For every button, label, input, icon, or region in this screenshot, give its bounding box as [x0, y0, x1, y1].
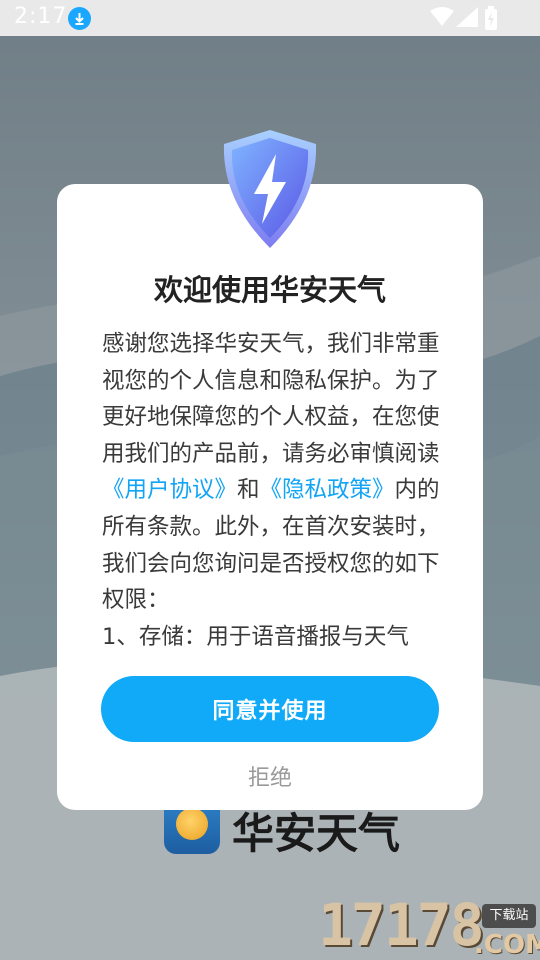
battery-icon	[484, 6, 498, 34]
wifi-icon	[430, 7, 454, 31]
privacy-dialog: 欢迎使用华安天气 感谢您选择华安天气，我们非常重视您的个人信息和隐私保护。为了更…	[57, 184, 483, 810]
shield-icon	[223, 130, 317, 248]
permission-item: 1、存储：用于语音播报与天气	[102, 623, 409, 648]
user-agreement-link[interactable]: 《用户协议》	[102, 477, 237, 503]
privacy-policy-link[interactable]: 《隐私政策》	[260, 477, 395, 503]
watermark-suffix: .COM	[474, 930, 540, 960]
body-text-intro: 感谢您选择华安天气，我们非常重视您的个人信息和隐私保护。为了更好地保障您的个人权…	[102, 331, 440, 467]
dialog-title: 欢迎使用华安天气	[153, 273, 386, 307]
watermark-number: 17178	[318, 891, 485, 959]
dialog-body: 感谢您选择华安天气，我们非常重视您的个人信息和隐私保护。为了更好地保障您的个人权…	[102, 326, 442, 648]
status-time: 2:17	[14, 4, 68, 29]
status-bar: 2:17	[0, 0, 540, 36]
reject-button[interactable]: 拒绝	[57, 760, 483, 792]
body-text-and: 和	[237, 477, 260, 504]
signal-icon	[456, 7, 478, 31]
download-icon	[68, 7, 91, 30]
watermark-tag: 下载站	[482, 904, 536, 928]
agree-button[interactable]: 同意并使用	[101, 676, 439, 742]
